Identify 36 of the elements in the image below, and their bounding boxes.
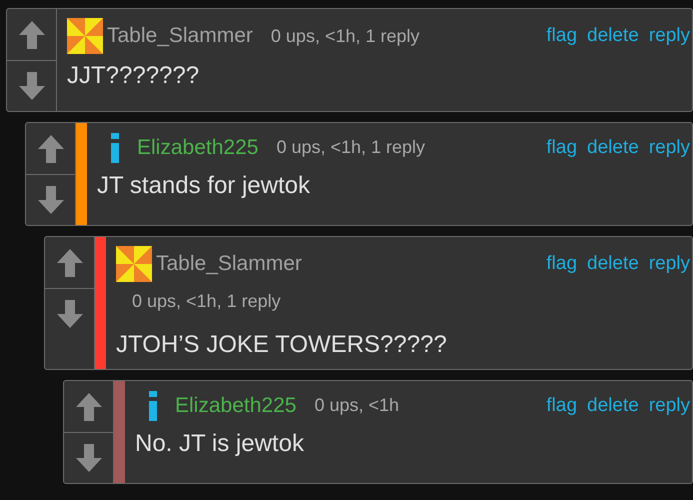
username[interactable]: Elizabeth225	[137, 132, 258, 164]
down-arrow-icon	[74, 443, 102, 473]
action-link[interactable]: delete	[587, 250, 639, 278]
info-avatar-icon	[147, 390, 159, 421]
down-arrow-icon	[36, 185, 64, 215]
action-link[interactable]: flag	[546, 392, 578, 420]
action-link[interactable]: reply	[648, 250, 690, 278]
action-link[interactable]: flag	[546, 250, 578, 278]
username[interactable]: Table_Slammer	[107, 20, 253, 52]
action-link[interactable]: delete	[587, 22, 639, 50]
pinwheel-avatar-icon	[116, 246, 152, 282]
username[interactable]: Table_Slammer	[156, 248, 302, 280]
pinwheel-avatar-icon	[67, 18, 103, 54]
comment-text: JJT???????	[67, 61, 200, 91]
comment-text: No. JT is jewtok	[135, 428, 305, 458]
action-link[interactable]: flag	[546, 134, 578, 162]
action-link[interactable]: reply	[648, 22, 690, 50]
action-link[interactable]: reply	[648, 134, 690, 162]
comment-text: JT stands for jewtok	[97, 170, 311, 200]
up-arrow-icon	[56, 248, 84, 278]
username[interactable]: Elizabeth225	[175, 390, 296, 422]
down-arrow-icon	[18, 71, 46, 101]
action-link[interactable]: flag	[546, 22, 578, 50]
comment-stats: 0 ups, <1h, 1 reply	[132, 290, 282, 313]
info-avatar-icon	[109, 132, 121, 163]
up-arrow-icon	[74, 392, 102, 422]
action-link[interactable]: delete	[587, 392, 639, 420]
up-arrow-icon	[36, 134, 64, 164]
action-link[interactable]: delete	[587, 134, 639, 162]
action-link[interactable]: reply	[648, 392, 690, 420]
comment-stats: 0 ups, <1h, 1 reply	[276, 136, 426, 160]
comment-text: JTOH’S JOKE TOWERS?????	[116, 330, 448, 360]
up-arrow-icon	[18, 20, 46, 50]
down-arrow-icon	[56, 299, 84, 329]
comment-stats: 0 ups, <1h, 1 reply	[270, 24, 420, 48]
comment-stats: 0 ups, <1h	[314, 394, 400, 418]
